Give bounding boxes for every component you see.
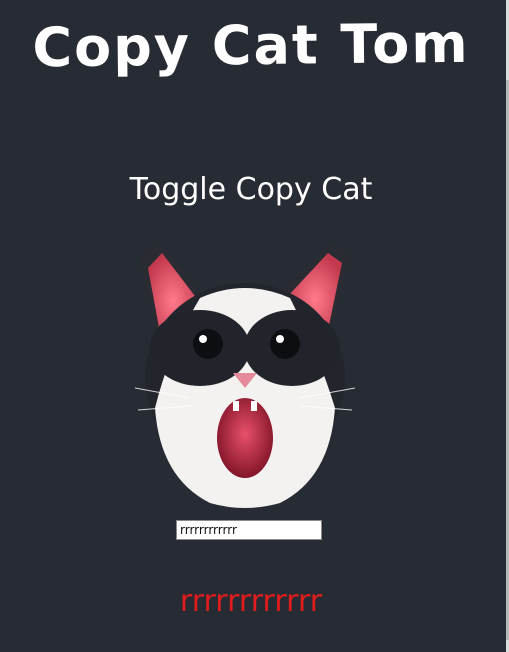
toggle-copy-cat-button[interactable]: Toggle Copy Cat <box>0 168 502 212</box>
page-title: Copy Cat Tom <box>32 11 470 80</box>
copy-text-input[interactable] <box>176 520 322 540</box>
cat-image <box>134 243 356 508</box>
echo-text: rrrrrrrrrrrr <box>179 584 323 619</box>
